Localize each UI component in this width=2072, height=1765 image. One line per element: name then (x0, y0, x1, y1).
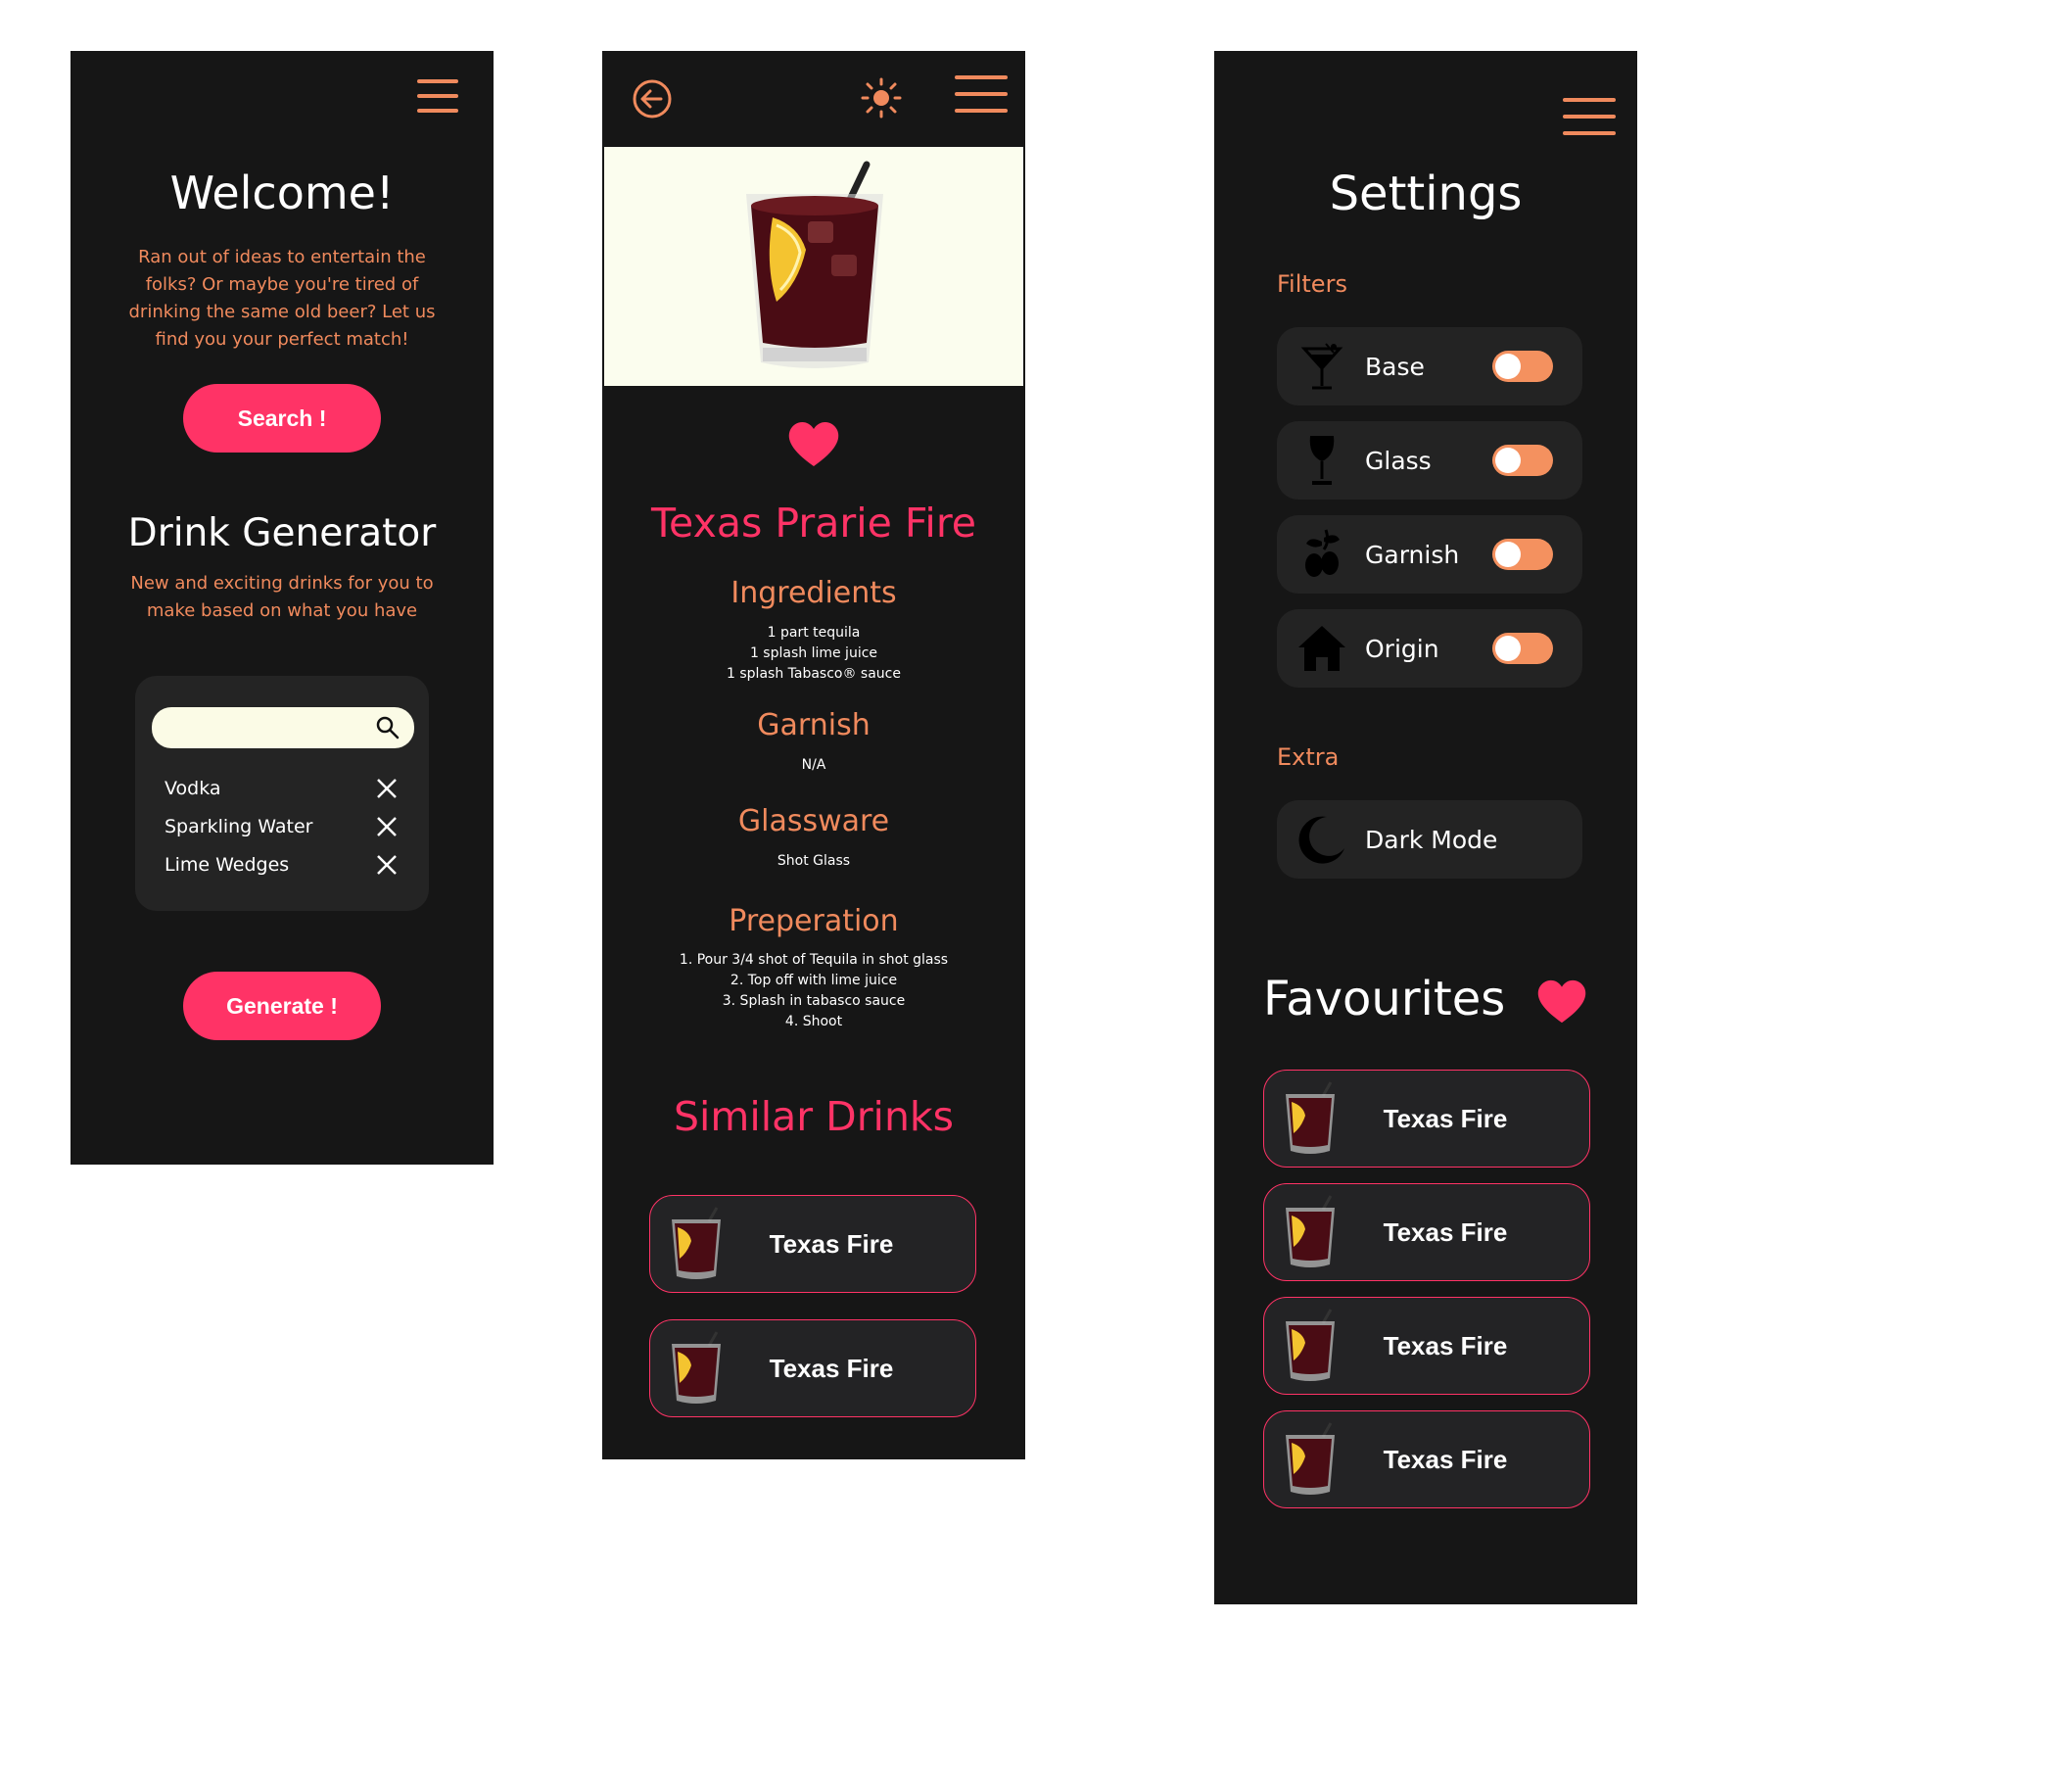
cocktail-glass-icon (1296, 339, 1347, 394)
step-line: 2. Top off with lime juice (730, 973, 898, 988)
ingredient-line: 1 splash Tabasco® sauce (727, 666, 901, 682)
filter-label: Origin (1365, 634, 1439, 663)
step-line: 1. Pour 3/4 shot of Tequila in shot glas… (679, 952, 949, 968)
favourite-card[interactable]: Texas Fire (1263, 1183, 1590, 1281)
drink-thumbnail (1286, 1081, 1335, 1154)
similar-drink-card[interactable]: Texas Fire (649, 1195, 976, 1293)
remove-icon[interactable] (374, 852, 400, 878)
moon-icon (1296, 812, 1347, 867)
favourite-card[interactable]: Texas Fire (1263, 1410, 1590, 1508)
filter-label: Garnish (1365, 540, 1460, 569)
base-toggle[interactable] (1492, 351, 1553, 382)
glass-toggle[interactable] (1492, 445, 1553, 476)
similar-drinks-heading: Similar Drinks (673, 1093, 955, 1140)
drink-name: Texas Prarie Fire (650, 500, 977, 547)
drink-photo (604, 147, 1023, 386)
ingredient-item: Vodka (165, 774, 400, 803)
favourites-heading: Favourites (1263, 972, 1506, 1026)
back-arrow-icon[interactable] (632, 78, 673, 119)
step-line: 3. Splash in tabasco sauce (722, 993, 906, 1009)
step-line: 4. Shoot (784, 1014, 843, 1029)
cocktail-glass-image (746, 161, 883, 368)
ingredient-item: Sparkling Water (165, 812, 400, 841)
ingredients-list: 1 part tequila 1 splash lime juice 1 spl… (602, 623, 1025, 685)
glassware-heading: Glassware (737, 804, 890, 838)
filters-heading: Filters (1277, 270, 1347, 298)
dark-mode-row[interactable]: Dark Mode (1277, 800, 1582, 879)
generator-subtitle: New and exciting drinks for you to make … (130, 573, 434, 621)
dark-mode-label: Dark Mode (1365, 825, 1498, 854)
remove-icon[interactable] (374, 814, 400, 839)
hamburger-menu-icon[interactable] (1563, 96, 1616, 137)
ingredient-label: Lime Wedges (165, 854, 290, 876)
drink-detail-screen: Texas Prarie Fire Ingredients 1 part teq… (602, 51, 1025, 1459)
garnish-value: N/A (801, 757, 826, 773)
ingredient-panel: Vodka Sparkling Water Lime Wedges (135, 676, 429, 911)
wine-glass-icon (1296, 433, 1347, 488)
filter-garnish-row: Garnish (1277, 515, 1582, 594)
drink-thumbnail (672, 1331, 721, 1404)
filter-label: Base (1365, 352, 1425, 381)
similar-drink-card[interactable]: Texas Fire (649, 1319, 976, 1417)
favourite-card[interactable]: Texas Fire (1263, 1070, 1590, 1168)
welcome-screen: Welcome! Ran out of ideas to entertain t… (71, 51, 494, 1165)
favourite-label: Texas Fire (1383, 1330, 1508, 1360)
welcome-title: Welcome! (169, 167, 395, 219)
favourite-heart-icon[interactable] (786, 419, 841, 468)
drink-thumbnail (1286, 1422, 1335, 1495)
origin-toggle[interactable] (1492, 633, 1553, 664)
drink-thumbnail (672, 1207, 721, 1279)
favourite-card[interactable]: Texas Fire (1263, 1297, 1590, 1395)
preparation-heading: Preperation (729, 904, 899, 938)
filter-glass-row: Glass (1277, 421, 1582, 500)
ingredient-item: Lime Wedges (165, 850, 400, 880)
welcome-intro: Ran out of ideas to entertain the folks?… (128, 247, 436, 350)
hamburger-menu-icon[interactable] (417, 77, 458, 115)
generate-button[interactable]: Generate ! (183, 972, 381, 1040)
filter-base-row: Base (1277, 327, 1582, 405)
favourite-label: Texas Fire (1383, 1216, 1508, 1247)
ingredient-label: Vodka (165, 778, 221, 799)
toggle-knob (1495, 354, 1521, 379)
search-icon[interactable] (375, 715, 400, 740)
drink-thumbnail (1286, 1309, 1335, 1381)
remove-icon[interactable] (374, 776, 400, 801)
favourite-label: Texas Fire (1383, 1103, 1508, 1133)
generator-title: Drink Generator (127, 511, 437, 555)
toggle-knob (1495, 636, 1521, 661)
garnish-heading: Garnish (757, 708, 871, 742)
drink-thumbnail (1286, 1195, 1335, 1267)
settings-screen: Settings Filters Base Glass Garnish Orig… (1214, 51, 1637, 1604)
ingredient-label: Sparkling Water (165, 816, 313, 837)
extra-heading: Extra (1277, 743, 1340, 771)
favourites-heart-icon (1537, 979, 1586, 1024)
ingredients-heading: Ingredients (730, 576, 897, 610)
search-input[interactable] (152, 707, 414, 748)
favourite-label: Texas Fire (1383, 1444, 1508, 1474)
ingredient-line: 1 splash lime juice (749, 645, 878, 661)
similar-drink-label: Texas Fire (769, 1353, 894, 1383)
toggle-knob (1495, 542, 1521, 567)
settings-title: Settings (1329, 167, 1523, 221)
filter-label: Glass (1365, 446, 1432, 475)
olive-icon (1296, 527, 1347, 582)
filter-origin-row: Origin (1277, 609, 1582, 688)
ingredient-line: 1 part tequila (767, 625, 861, 641)
garnish-toggle[interactable] (1492, 539, 1553, 570)
sun-icon[interactable] (860, 76, 903, 119)
preparation-steps: 1. Pour 3/4 shot of Tequila in shot glas… (602, 950, 1025, 1032)
similar-drink-label: Texas Fire (769, 1228, 894, 1259)
search-button[interactable]: Search ! (183, 384, 381, 453)
hamburger-menu-icon[interactable] (955, 73, 1008, 115)
toggle-knob (1495, 448, 1521, 473)
glassware-value: Shot Glass (777, 853, 851, 869)
house-icon (1296, 621, 1347, 676)
